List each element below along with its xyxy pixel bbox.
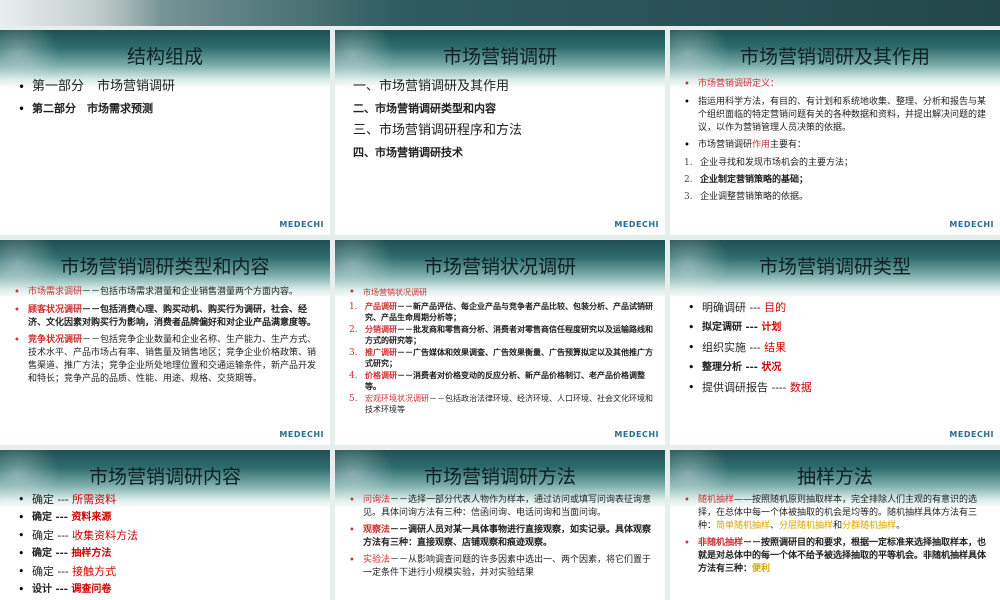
list-item: • 市场营销调研定义： — [684, 79, 780, 90]
list-item: • 拟定调研 --- 计划 — [688, 321, 782, 334]
slide-title: 市场营销调研方法 — [423, 466, 576, 488]
list-item: 3. 企业调整营销策略的依据。 — [684, 192, 809, 202]
list-item: • 指运用科学方法，有目的、有计划和系统地收集、整理、分析和报告与某个组织面临的特… — [684, 97, 987, 133]
brand-logo: MEDECHI — [949, 220, 994, 229]
slide-thumbnail-8[interactable]: 市场营销调研方法 • 问询法－－选择一部分代表人物作为样本，通过访问或填写问询表征… — [335, 450, 665, 600]
slide-grid: 结构组成 • 第一部分 市场营销调研 • 第二部分 市场需求预测 MEDECHI 市… — [0, 30, 1000, 600]
list-item: 三、市场营销调研程序和方法 — [353, 123, 523, 138]
slide-title: 抽样方法 — [796, 466, 873, 488]
list-item: • 整理分析 --- 状况 — [688, 361, 782, 374]
list-item: • 确定 --- 抽样方法 — [18, 547, 112, 560]
list-item: • 确定 --- 收集资料方法 — [18, 529, 139, 542]
list-item: • 问询法－－选择一部分代表人物作为样本，通过访问或填写问询表征询意见。具体问询方… — [349, 495, 652, 518]
list-item: • 组织实施 --- 结果 — [688, 341, 787, 354]
slide-title: 市场营销调研类型 — [758, 256, 911, 278]
brand-logo: MEDECHI — [279, 220, 324, 229]
slide-title: 市场营销状况调研 — [423, 256, 576, 278]
slide-thumbnail-1[interactable]: 结构组成 • 第一部分 市场营销调研 • 第二部分 市场需求预测 MEDECHI — [0, 30, 330, 235]
list-item: • 随机抽样——按照随机原则抽取样本，完全排除人们主观的有意识的选择，在总体中每… — [684, 495, 978, 531]
brand-logo: MEDECHI — [614, 220, 659, 229]
brand-logo: MEDECHI — [614, 430, 659, 439]
list-item: • 实验法－－从影响调查问题的许多因素中选出一、两个因素，将它们置于一定条件下进行… — [349, 555, 652, 578]
list-item: 1. 产品调研－－新产品评估、每企业产品与竞争者产品比较、包装分析、产品试销研究、… — [349, 301, 653, 322]
list-item: • 确定 --- 资料来源 — [18, 511, 112, 524]
slide-thumbnail-5[interactable]: 市场营销状况调研 • 市场营销状况调研 1. 产品调研－－新产品评估、每企业产品与竞… — [335, 240, 665, 445]
list-item: 2. 企业制定营销策略的基础； — [684, 175, 809, 185]
list-item: 2. 分销调研－－批发商和零售商分析、消费者对零售商信任程度研究以及运输路线和方式… — [349, 324, 653, 345]
slide-title: 市场营销调研内容 — [88, 466, 241, 488]
list-item: • 顾客状况调研－－包括消费心理、购买动机、购买行为调研，社会、经济、文化因素对购… — [14, 305, 317, 328]
list-item: • 确定 --- 接触方式 — [18, 565, 117, 578]
brand-logo: MEDECHI — [279, 430, 324, 439]
slide-thumbnail-4[interactable]: 市场营销调研类型和内容 • 市场需求调研－－包括市场需求潜量和企业销售潜量两个方面… — [0, 240, 330, 445]
list-item: • 提供调研报告 ---- 数据 — [688, 381, 812, 394]
list-item: • 观察法－－调研人员对某一具体事物进行直接观察，如实记录。具体观察方法有三种：直… — [349, 525, 652, 548]
brand-logo: MEDECHI — [949, 430, 994, 439]
list-item: • 市场需求调研－－包括市场需求潜量和企业销售潜量两个方面内容。 — [14, 287, 299, 298]
slide-thumbnail-2[interactable]: 市场营销调研 一、市场营销调研及其作用 二、市场营销调研类型和内容 三、市场营销… — [335, 30, 665, 235]
slide-title: 市场营销调研 — [442, 46, 557, 68]
slide-title: 市场营销调研类型和内容 — [60, 256, 270, 278]
list-item: • 明确调研 --- 目的 — [688, 301, 787, 314]
list-item: 四、市场营销调研技术 — [353, 146, 463, 159]
list-item: 一、市场营销调研及其作用 — [353, 79, 510, 94]
list-item: • 非随机抽样－－按照调研目的和要求，根据一定标准来选择抽取样本，也就是对总体中… — [684, 538, 987, 574]
slide-thumbnail-6[interactable]: 市场营销调研类型 • 明确调研 --- 目的 • 拟定调研 --- 计划 • 组织实施… — [670, 240, 1000, 445]
slide-thumbnail-9[interactable]: 抽样方法 • 随机抽样——按照随机原则抽取样本，完全排除人们主观的有意识的选择，… — [670, 450, 1000, 600]
slide-thumbnail-7[interactable]: 市场营销调研内容 • 确定 --- 所需资料 • 确定 --- 资料来源 • 确定 -… — [0, 450, 330, 600]
list-item: • 确定 --- 所需资料 — [18, 493, 117, 506]
list-item: 5. 宏观环境状况调研－－包括政治法律环境、经济环境、人口环境、社会文化环境和技术… — [349, 394, 653, 414]
slide-thumbnail-3[interactable]: 市场营销调研及其作用 • 市场营销调研定义： • 指运用科学方法，有目的、有计划和系… — [670, 30, 1000, 235]
list-item: • 市场营销状况调研 — [349, 287, 427, 298]
list-item: • 第一部分 市场营销调研 — [18, 79, 176, 94]
list-item: 3. 推广调研－－广告媒体和效果调查、广告效果衡量、广告预算拟定以及其他推广方式研… — [349, 347, 653, 368]
list-item: • 设计 --- 调查问卷 — [18, 583, 112, 596]
list-item: • 竞争状况调研－－包括竞争企业数量和企业名称、生产能力、生产方式、技术水平、产品… — [14, 335, 317, 384]
list-item: 1. 企业寻找和发现市场机会的主要方法； — [684, 158, 854, 168]
slide-title: 结构组成 — [126, 46, 203, 68]
list-item: • 市场营销调研作用主要有： — [684, 140, 807, 151]
top-banner — [0, 0, 1000, 26]
list-item: 二、市场营销调研类型和内容 — [353, 102, 496, 115]
list-item: 4. 价格调研－－消费者对价格变动的反应分析、新产品价格制订、老产品价格调整等。 — [349, 370, 645, 391]
list-item: • 第二部分 市场需求预测 — [18, 102, 153, 116]
slide-title: 市场营销调研及其作用 — [739, 46, 930, 68]
